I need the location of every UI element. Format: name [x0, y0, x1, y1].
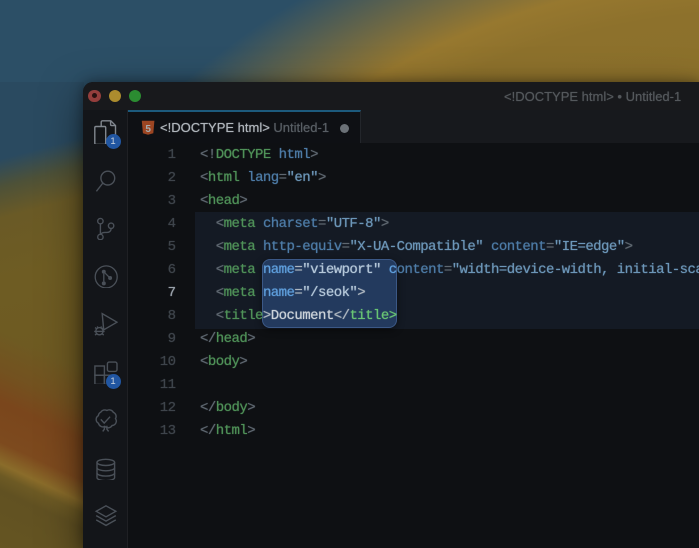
- svg-text:5: 5: [145, 124, 151, 135]
